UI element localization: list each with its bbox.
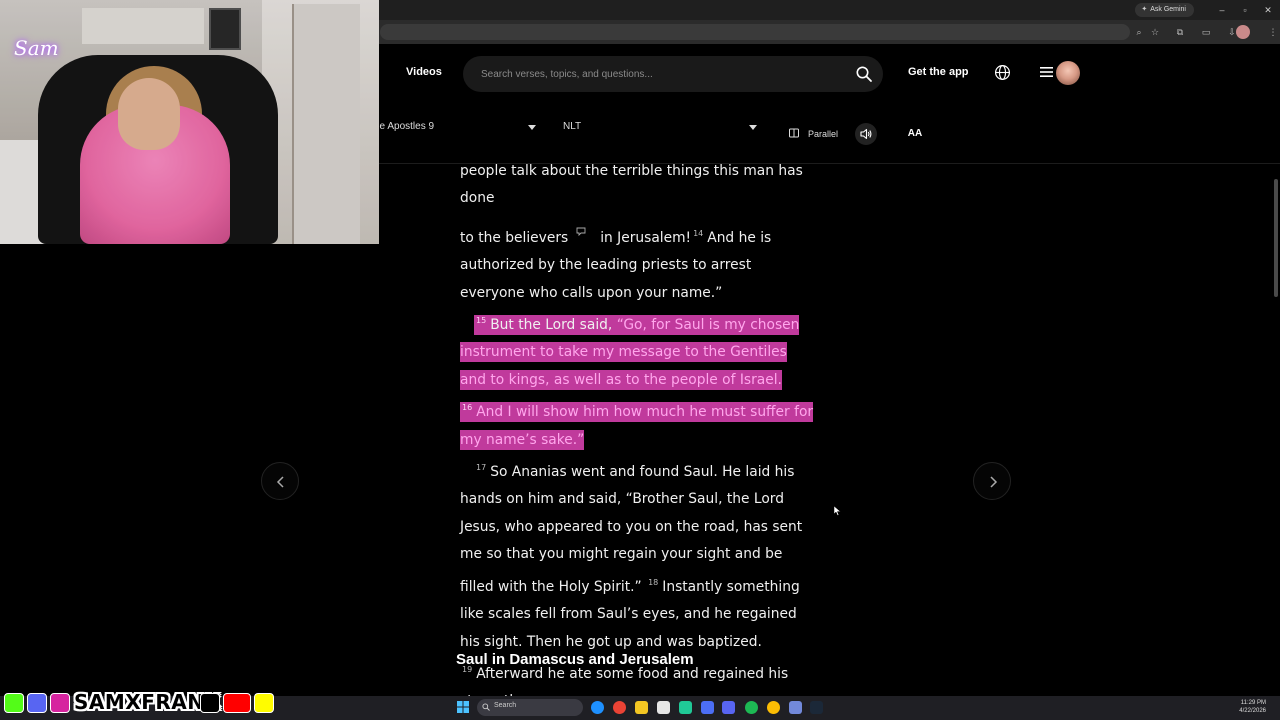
section-heading: Saul in Damascus and Jerusalem — [456, 651, 694, 668]
book-chapter-label: he Apostles 9 — [374, 121, 435, 132]
mouse-cursor-icon — [834, 506, 841, 516]
x-icon — [200, 693, 220, 713]
get-the-app-link[interactable]: Get the app — [908, 66, 969, 78]
chrome-icon[interactable] — [613, 701, 626, 714]
clock-time: 11:29 PM — [1240, 700, 1266, 706]
verse-number: 14 — [693, 228, 704, 238]
store-icon[interactable] — [657, 701, 670, 714]
verse-17-text: So Ananias went and found Saul. He laid … — [460, 464, 803, 595]
webcam-overlay: Sam — [0, 0, 379, 244]
taskbar-search[interactable]: Search — [477, 699, 583, 716]
clock-date: 4/22/2026 — [1239, 708, 1266, 714]
ask-gemini-button[interactable]: ✦ Ask Gemini — [1135, 3, 1194, 17]
taskbar-clock[interactable]: 11:29 PM 4/22/2026 — [1239, 699, 1266, 715]
parallel-columns-icon — [789, 128, 799, 138]
zoom-icon[interactable]: ⌕ — [1132, 24, 1146, 40]
footnote-icon[interactable] — [576, 227, 586, 236]
bookmark-star-icon[interactable]: ☆ — [1148, 24, 1162, 40]
snapchat-icon — [254, 693, 274, 713]
active-app-icon[interactable] — [722, 701, 735, 714]
chrome-alt-icon[interactable] — [767, 701, 780, 714]
font-size-button[interactable]: AA — [903, 123, 927, 145]
verse-15-lead: But the Lord said, — [490, 317, 613, 334]
minimize-button[interactable]: – — [1212, 2, 1232, 18]
ask-gemini-label: Ask Gemini — [1150, 6, 1186, 13]
chevron-right-icon — [990, 476, 998, 488]
taskbar-search-label: Search — [494, 702, 517, 709]
steam-icon[interactable] — [810, 701, 823, 714]
page-scrollbar[interactable] — [1272, 44, 1280, 694]
next-chapter-button[interactable] — [973, 462, 1011, 500]
version-select[interactable]: NLT — [563, 118, 763, 136]
verse-16-words: And I will show him how much he must suf… — [460, 404, 814, 448]
social-handle: SAMXFRANK — [74, 690, 221, 714]
app-icon-blue[interactable] — [701, 701, 714, 714]
globe-icon[interactable] — [994, 64, 1011, 81]
audio-button[interactable] — [855, 123, 877, 145]
edge-icon[interactable] — [591, 701, 604, 714]
verse-number: 17 — [476, 463, 487, 473]
extensions-icon[interactable]: ⧉ — [1173, 24, 1187, 40]
verse-17-19: 17 So Ananias went and found Saul. He lai… — [456, 454, 816, 716]
line-a: people talk about the terrible things th… — [460, 163, 803, 207]
verse-15-16: 15 But the Lord said, “Go, for Saul is my… — [456, 307, 816, 454]
line-b: to the believers — [460, 229, 569, 246]
search-icon[interactable] — [855, 65, 873, 83]
windows-start-icon[interactable] — [457, 701, 469, 713]
address-bar[interactable] — [380, 24, 1130, 40]
chevron-down-icon — [528, 125, 536, 130]
file-explorer-icon[interactable] — [635, 701, 648, 714]
verse-number: 18 — [648, 577, 659, 587]
restore-button[interactable]: ▫ — [1235, 2, 1255, 18]
speaker-icon — [860, 128, 872, 140]
user-avatar[interactable] — [1056, 61, 1080, 85]
webcam-logo: Sam — [14, 36, 59, 60]
scrollbar-thumb[interactable] — [1274, 179, 1278, 297]
gemini-sparkle-icon: ✦ — [1141, 6, 1148, 13]
browser-menu-icon[interactable]: ⋮ — [1266, 24, 1280, 40]
hamburger-menu-icon[interactable] — [1040, 66, 1053, 78]
search-bar — [463, 56, 883, 92]
browser-profile-avatar[interactable] — [1236, 25, 1250, 39]
verse-13-end: to the believers in Jerusalem! 14 And he is… — [456, 220, 816, 307]
passage-text: people talk about the terrible things th… — [456, 158, 816, 716]
search-icon — [482, 703, 490, 711]
youtube-icon — [223, 693, 251, 713]
instagram-icon — [50, 693, 70, 713]
search-input[interactable] — [481, 56, 841, 92]
line-c: in Jerusalem! — [600, 229, 692, 246]
close-window-button[interactable]: ✕ — [1258, 2, 1278, 18]
app-icon-green[interactable] — [679, 701, 692, 714]
verse-number: 16 — [462, 403, 473, 413]
discord-icon — [27, 693, 47, 713]
chevron-down-icon — [749, 125, 757, 130]
sidebar-icon[interactable]: ▭ — [1199, 24, 1213, 40]
chevron-left-icon — [276, 476, 284, 488]
book-chapter-select[interactable]: he Apostles 9 — [374, 118, 542, 136]
parallel-label: Parallel — [808, 129, 839, 139]
previous-chapter-button[interactable] — [261, 462, 299, 500]
spotify-icon[interactable] — [745, 701, 758, 714]
nav-link-videos[interactable]: Videos — [406, 66, 442, 78]
verse-number: 15 — [476, 316, 487, 326]
kick-icon — [4, 693, 24, 713]
highlighted-verses[interactable]: 15 But the Lord said, “Go, for Saul is my… — [460, 315, 814, 450]
discord-taskbar-icon[interactable] — [789, 701, 802, 714]
version-label: NLT — [563, 121, 582, 132]
